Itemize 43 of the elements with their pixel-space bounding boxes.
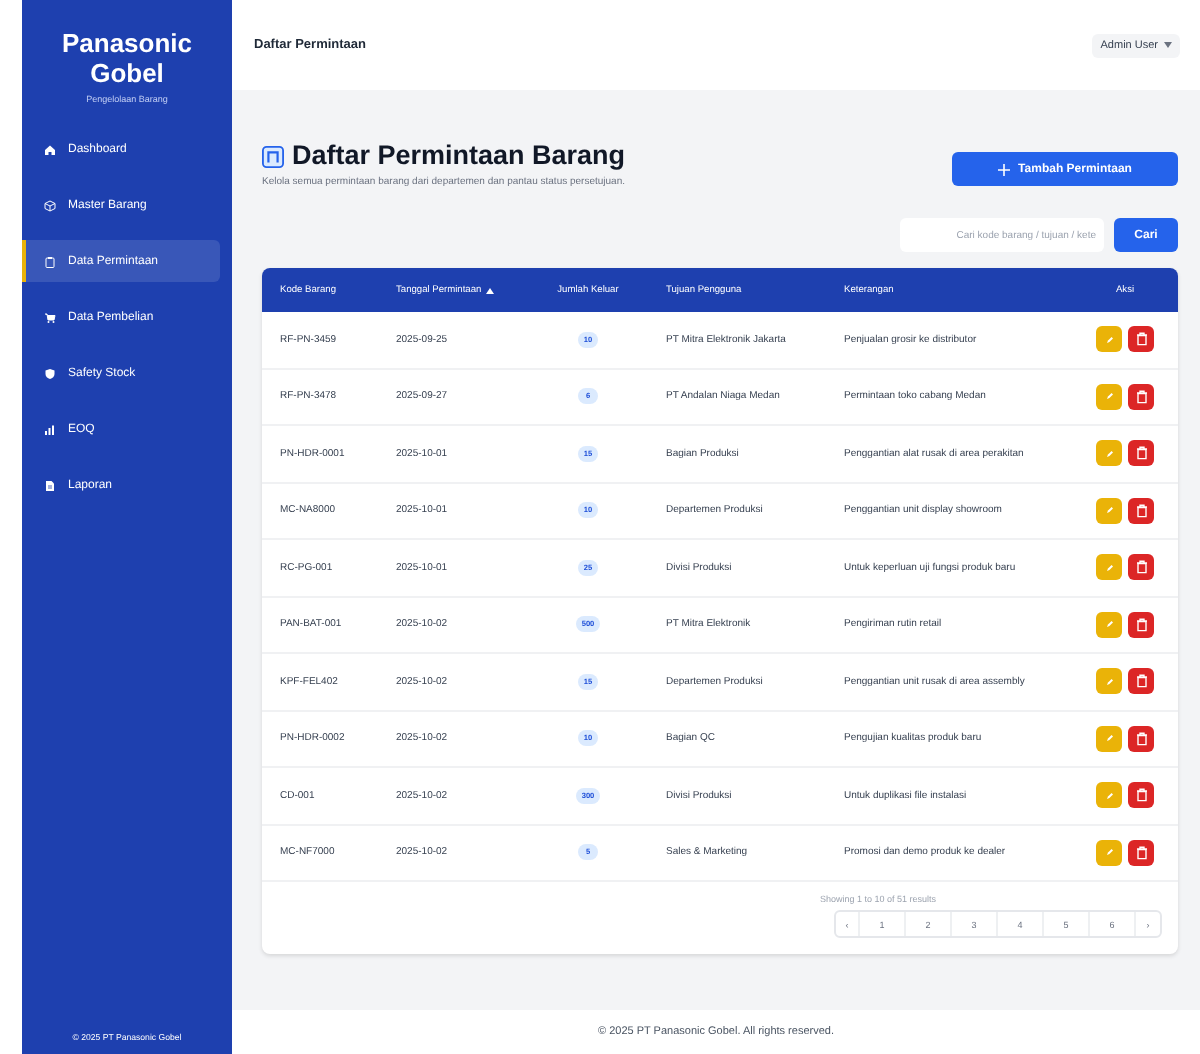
delete-button[interactable]: [1128, 383, 1154, 410]
cart-icon: [44, 311, 56, 323]
pencil-icon: [1105, 791, 1113, 800]
pencil-icon: [1105, 392, 1113, 401]
trash-icon: [1135, 788, 1147, 803]
delete-button[interactable]: [1128, 668, 1154, 695]
pencil-icon: [1105, 734, 1113, 743]
shield-icon: [44, 367, 56, 379]
trash-icon: [1135, 617, 1147, 632]
cube-icon: [44, 199, 56, 211]
delete-button[interactable]: [1128, 611, 1154, 638]
trash-icon: [1135, 731, 1147, 746]
folder-icon: [262, 145, 284, 167]
trash-icon: [1135, 389, 1147, 404]
delete-button[interactable]: [1128, 440, 1154, 467]
home-icon: [44, 143, 56, 155]
trash-icon: [1135, 674, 1147, 689]
caret-icon: [1164, 42, 1172, 48]
delete-button[interactable]: [1128, 326, 1154, 353]
page-title: Daftar Permintaan Barang: [292, 140, 626, 172]
trash-icon: [1135, 332, 1147, 347]
pencil-icon: [1105, 563, 1113, 572]
delete-button[interactable]: [1128, 725, 1154, 752]
trash-icon: [1135, 560, 1147, 575]
pencil-icon: [1105, 335, 1113, 344]
sort-up-icon: [485, 287, 494, 293]
brand-name: Panasonic Gobel: [59, 28, 195, 88]
delete-button[interactable]: [1128, 497, 1154, 524]
document-icon: [44, 479, 56, 491]
trash-icon: [1135, 446, 1147, 461]
pencil-icon: [1105, 620, 1113, 629]
delete-button[interactable]: [1128, 554, 1154, 581]
pencil-icon: [1105, 848, 1113, 857]
pencil-icon: [1105, 677, 1113, 686]
pencil-icon: [1105, 506, 1113, 515]
clipboard-icon: [44, 255, 56, 267]
bar-chart-icon: [44, 423, 56, 435]
plus-icon: [998, 163, 1011, 175]
delete-button[interactable]: [1128, 782, 1154, 809]
trash-icon: [1135, 845, 1147, 860]
pencil-icon: [1105, 449, 1113, 458]
trash-icon: [1135, 503, 1147, 518]
delete-button[interactable]: [1128, 839, 1154, 866]
